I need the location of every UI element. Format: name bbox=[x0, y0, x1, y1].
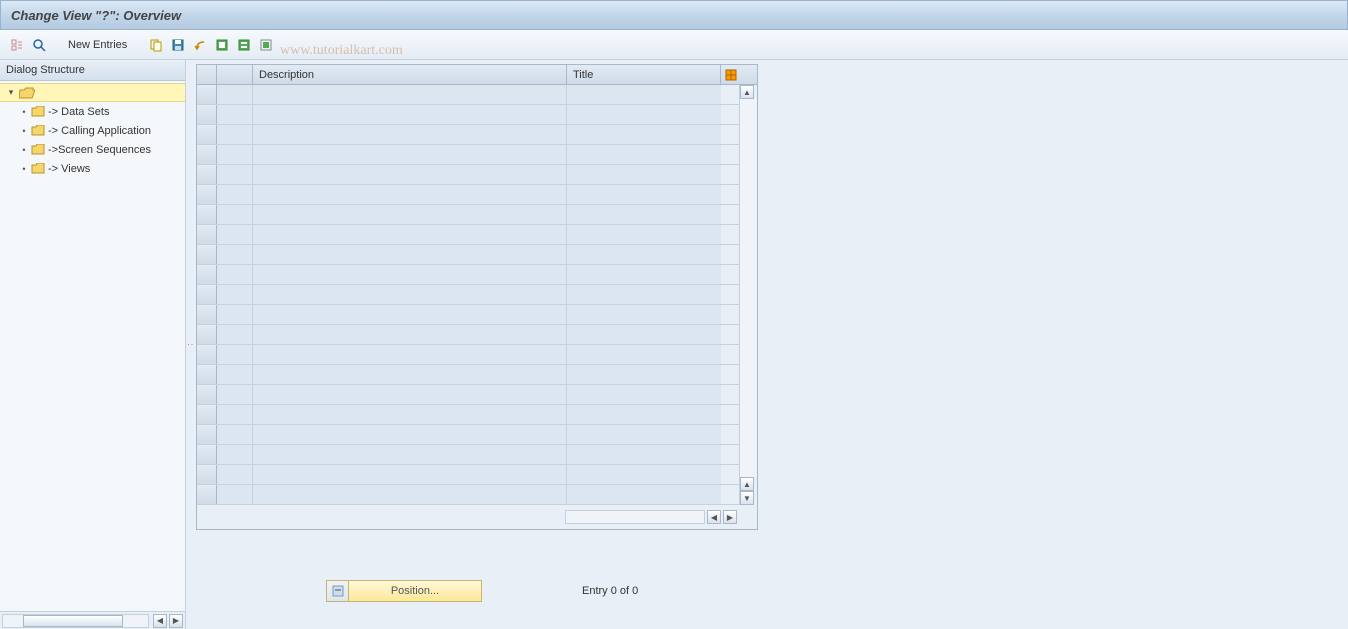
table-row[interactable] bbox=[197, 185, 739, 205]
table-row[interactable] bbox=[197, 365, 739, 385]
other-view-icon[interactable] bbox=[8, 36, 26, 54]
title-bar: Change View "?": Overview bbox=[0, 0, 1348, 30]
table-row[interactable] bbox=[197, 265, 739, 285]
grid-hscroll-track[interactable] bbox=[565, 510, 705, 524]
tree-root-node[interactable]: ▾ bbox=[0, 83, 185, 102]
table-row[interactable] bbox=[197, 225, 739, 245]
bullet-icon: • bbox=[20, 107, 28, 117]
grid-body: ▲ ▲ ▼ bbox=[197, 85, 757, 505]
table-row[interactable] bbox=[197, 85, 739, 105]
table-row[interactable] bbox=[197, 245, 739, 265]
tree-label: -> Calling Application bbox=[48, 125, 151, 137]
tree-label: -> Data Sets bbox=[48, 106, 109, 118]
grid-vscroll[interactable]: ▲ ▲ ▼ bbox=[739, 85, 757, 505]
column-header-description[interactable]: Description bbox=[253, 65, 567, 84]
column-header-title[interactable]: Title bbox=[567, 65, 721, 84]
new-entries-button[interactable]: New Entries bbox=[60, 37, 135, 53]
bullet-icon: • bbox=[20, 164, 28, 174]
table-row[interactable] bbox=[197, 345, 739, 365]
undo-icon[interactable] bbox=[191, 36, 209, 54]
grid-footer: ◀ ▶ bbox=[197, 505, 757, 529]
tree-node-screen-sequences[interactable]: • ->Screen Sequences bbox=[0, 140, 185, 159]
folder-icon bbox=[31, 163, 45, 174]
table-row[interactable] bbox=[197, 305, 739, 325]
entry-status-text: Entry 0 of 0 bbox=[582, 585, 638, 597]
deselect-all-icon[interactable] bbox=[257, 36, 275, 54]
table-row[interactable] bbox=[197, 465, 739, 485]
scroll-right-icon[interactable]: ▶ bbox=[723, 510, 737, 524]
collapse-icon[interactable]: ▾ bbox=[6, 87, 16, 98]
sidebar: Dialog Structure ▾ • -> Data Sets • bbox=[0, 60, 186, 629]
table-row[interactable] bbox=[197, 145, 739, 165]
bottom-bar: Position... Entry 0 of 0 bbox=[196, 580, 1344, 602]
sidebar-hscroll[interactable]: ◀ ▶ bbox=[0, 611, 185, 629]
bullet-icon: • bbox=[20, 126, 28, 136]
tree-label: ->Screen Sequences bbox=[48, 144, 151, 156]
table-row[interactable] bbox=[197, 325, 739, 345]
bullet-icon: • bbox=[20, 145, 28, 155]
table-row[interactable] bbox=[197, 125, 739, 145]
grid-hscroll[interactable]: ◀ ▶ bbox=[197, 505, 739, 529]
table-row[interactable] bbox=[197, 405, 739, 425]
scroll-up-page-icon[interactable]: ▲ bbox=[740, 477, 754, 491]
folder-open-icon bbox=[19, 87, 35, 99]
scroll-up-icon[interactable]: ▲ bbox=[740, 85, 754, 99]
table-row[interactable] bbox=[197, 105, 739, 125]
table-row[interactable] bbox=[197, 385, 739, 405]
table-row[interactable] bbox=[197, 425, 739, 445]
table-settings-button[interactable] bbox=[721, 65, 741, 84]
scroll-left-icon[interactable]: ◀ bbox=[153, 614, 167, 628]
grid-header: Description Title bbox=[197, 65, 757, 85]
tree-label: -> Views bbox=[48, 163, 90, 175]
content-area: Description Title bbox=[192, 60, 1348, 629]
main-area: Dialog Structure ▾ • -> Data Sets • bbox=[0, 60, 1348, 629]
tree-node-data-sets[interactable]: • -> Data Sets bbox=[0, 102, 185, 121]
vscroll-track[interactable] bbox=[740, 99, 757, 477]
toolbar: New Entries bbox=[0, 30, 1348, 60]
grid-rows bbox=[197, 85, 739, 505]
select-block-icon[interactable] bbox=[235, 36, 253, 54]
table-row[interactable] bbox=[197, 165, 739, 185]
position-button[interactable]: Position... bbox=[326, 580, 482, 602]
data-grid: Description Title bbox=[196, 64, 758, 530]
scroll-left-icon[interactable]: ◀ bbox=[707, 510, 721, 524]
table-row[interactable] bbox=[197, 285, 739, 305]
select-all-column[interactable] bbox=[197, 65, 217, 84]
blank-column-header[interactable] bbox=[217, 65, 253, 84]
table-row[interactable] bbox=[197, 205, 739, 225]
scroll-down-icon[interactable]: ▼ bbox=[740, 491, 754, 505]
folder-icon bbox=[31, 106, 45, 117]
tree-node-views[interactable]: • -> Views bbox=[0, 159, 185, 178]
position-icon bbox=[327, 581, 349, 601]
folder-icon bbox=[31, 144, 45, 155]
folder-icon bbox=[31, 125, 45, 136]
select-all-icon[interactable] bbox=[213, 36, 231, 54]
find-icon[interactable] bbox=[30, 36, 48, 54]
copy-icon[interactable] bbox=[147, 36, 165, 54]
scroll-right-icon[interactable]: ▶ bbox=[169, 614, 183, 628]
hscroll-thumb[interactable] bbox=[23, 615, 123, 627]
table-row[interactable] bbox=[197, 445, 739, 465]
tree: ▾ • -> Data Sets • -> Calling Applicatio… bbox=[0, 81, 185, 611]
hscroll-track[interactable] bbox=[2, 614, 149, 628]
tree-node-calling-application[interactable]: • -> Calling Application bbox=[0, 121, 185, 140]
save-icon[interactable] bbox=[169, 36, 187, 54]
page-title: Change View "?": Overview bbox=[11, 8, 181, 23]
table-row[interactable] bbox=[197, 485, 739, 505]
sidebar-header: Dialog Structure bbox=[0, 60, 185, 81]
position-button-label: Position... bbox=[349, 585, 481, 597]
